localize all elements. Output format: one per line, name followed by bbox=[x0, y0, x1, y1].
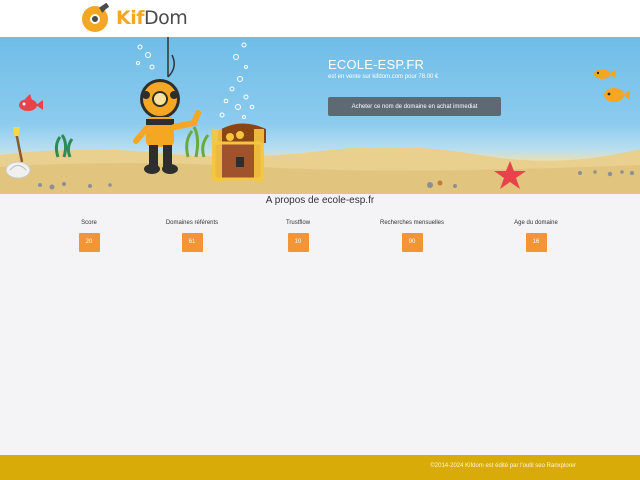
about-title: A propos de ecole-esp.fr bbox=[265, 195, 375, 206]
logo-text-dom: Dom bbox=[144, 7, 188, 29]
domain-price-text: est en vente sur kifdom.com pour 78.00 € bbox=[328, 74, 439, 80]
kifdom-logo[interactable]: KifDom bbox=[80, 3, 188, 33]
stat-badge: 10 bbox=[287, 233, 309, 252]
logo-text: KifDom bbox=[116, 7, 188, 29]
stat-label: Score bbox=[81, 220, 97, 226]
hero-banner: ECOLE-ESP.FR est en vente sur kifdom.com… bbox=[0, 37, 640, 194]
stat-badge: 61 bbox=[181, 233, 203, 252]
stat-label: Age du domaine bbox=[514, 220, 558, 226]
stat-badge: 90 bbox=[401, 233, 423, 252]
domain-title: ECOLE-ESP.FR bbox=[328, 57, 425, 72]
stat-domain-age: Age du domaine 16 bbox=[476, 220, 596, 252]
underwater-illustration bbox=[0, 37, 640, 194]
domain-stats: Score 20 Domaines référents 61 Trustflow… bbox=[0, 220, 640, 260]
diving-helmet-icon bbox=[82, 3, 109, 32]
stat-trustflow: Trustflow 10 bbox=[238, 220, 358, 252]
stat-badge: 16 bbox=[525, 233, 547, 252]
footer-copyright: ©2014-2024 Kifdom est édité par l'outil … bbox=[430, 463, 576, 469]
stat-score: Score 20 bbox=[29, 220, 149, 252]
stat-referring-domains: Domaines référents 61 bbox=[132, 220, 252, 252]
stat-label: Domaines référents bbox=[165, 220, 219, 226]
stat-badge: 20 bbox=[78, 233, 100, 252]
stat-monthly-searches: Recherches mensuelles 90 bbox=[352, 220, 472, 252]
logo-text-kif: Kif bbox=[116, 7, 145, 29]
buy-now-button[interactable]: Acheter ce nom de domaine en achat immed… bbox=[328, 97, 501, 116]
stat-label: Trustflow bbox=[285, 220, 311, 226]
stat-label: Recherches mensuelles bbox=[379, 220, 445, 226]
footer: ©2014-2024 Kifdom est édité par l'outil … bbox=[0, 455, 640, 480]
top-header: KifDom bbox=[0, 0, 640, 37]
